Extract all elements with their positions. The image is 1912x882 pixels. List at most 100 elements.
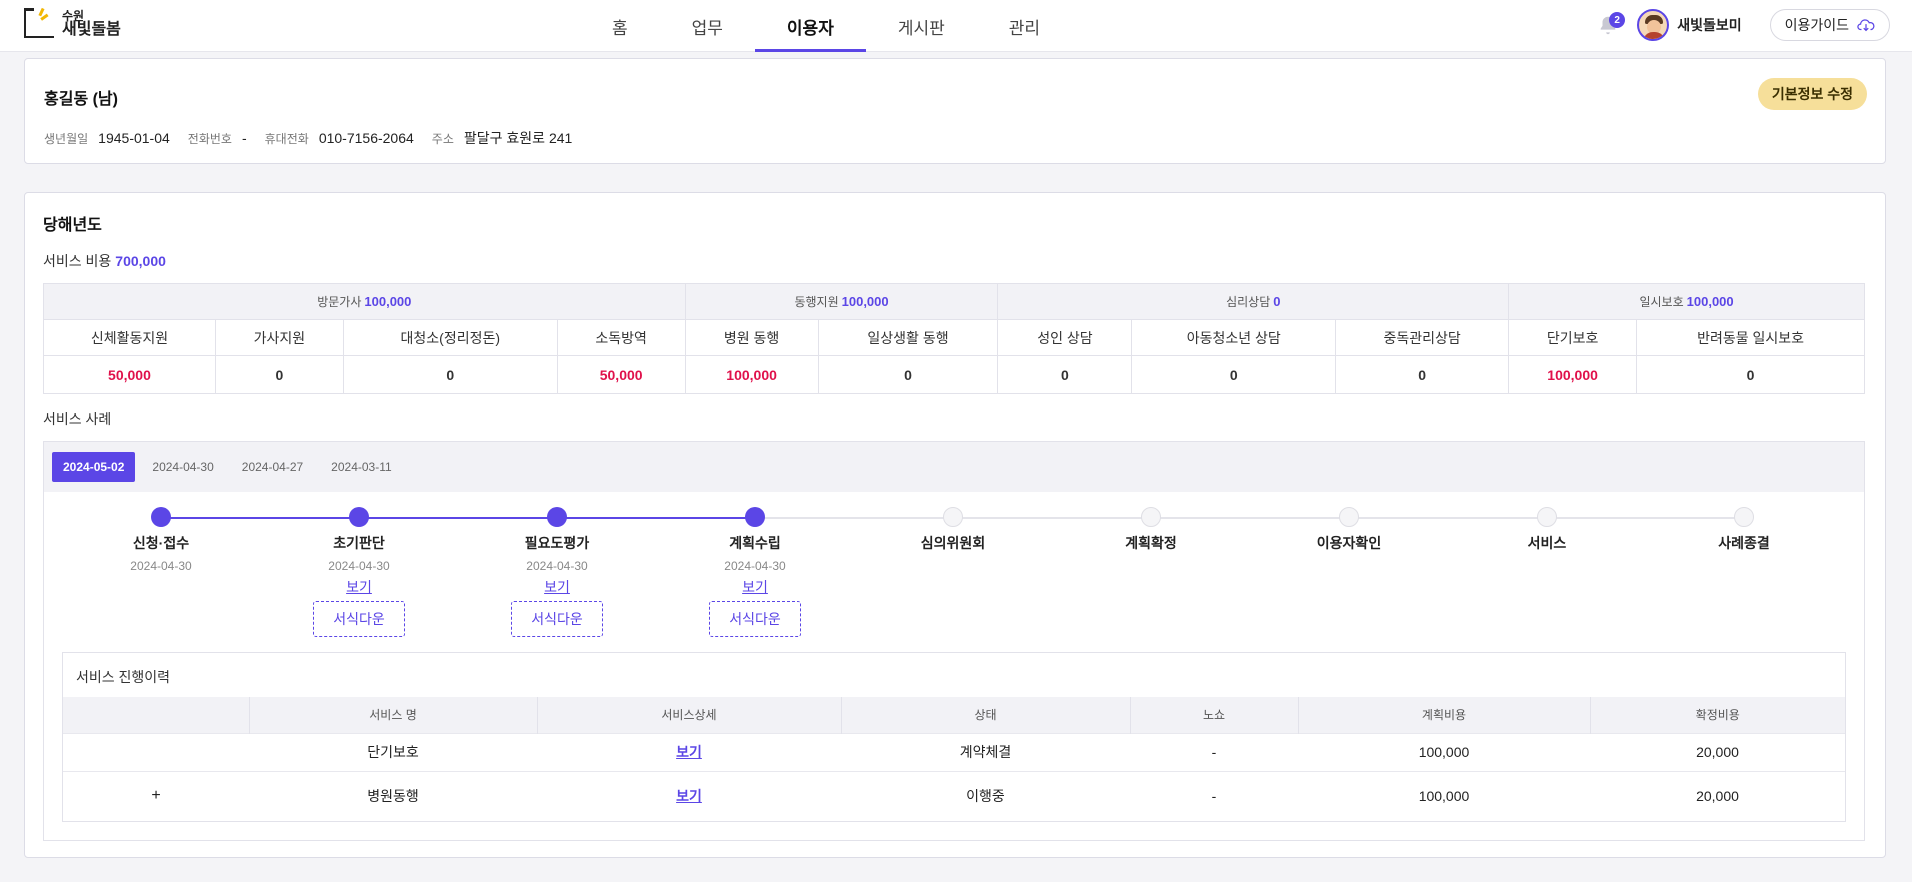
cost-value: 50,000: [556, 355, 686, 394]
guide-label: 이용가이드: [1784, 17, 1849, 33]
group-header: 심리상담 0: [997, 283, 1510, 320]
column-header: 서비스 명: [248, 697, 537, 733]
date-tab[interactable]: 2024-05-02: [52, 452, 136, 482]
group-label: 일시보호: [1639, 295, 1684, 309]
history-title: 서비스 진행이력: [76, 669, 171, 685]
process-steps: 신청·접수 2024-04-30 초기판단 2024-04-30 보기 서식다운…: [44, 502, 1864, 652]
logo-icon: [24, 7, 54, 38]
form-download-button[interactable]: 서식다운: [511, 601, 603, 637]
history-header-row: 서비스 명 서비스상세 상태 노쇼 계획비용 확정비용: [63, 697, 1845, 733]
avatar[interactable]: [1637, 9, 1670, 41]
column-header: 계획비용: [1297, 697, 1590, 733]
header-actions: 2 새빛돌보미 이용가이드: [1593, 8, 1890, 42]
sub-header: 아동청소년 상담: [1131, 319, 1337, 356]
step-label: 이용자확인: [1316, 535, 1382, 551]
plan-cost-cell: 100,000: [1298, 770, 1590, 821]
sub-header-row: 신체활동지원 가사지원 대청소(정리정돈) 소독방역 병원 동행 일상생활 동행…: [43, 319, 1865, 356]
step-label: 서비스: [1527, 535, 1567, 551]
group-header: 동행지원 100,000: [684, 283, 999, 320]
nav-home[interactable]: 홈: [580, 0, 660, 52]
service-cost: 서비스 비용 700,000: [43, 251, 166, 271]
nav-admin[interactable]: 관리: [977, 0, 1072, 52]
birth-label: 생년월일: [44, 131, 89, 146]
sub-header: 단기보호: [1508, 319, 1638, 356]
cost-value: 50,000: [43, 355, 216, 394]
view-link[interactable]: 보기: [482, 577, 632, 597]
profile-card: 홍길동 (남) 기본정보 수정 생년월일 1945-01-04 전화번호 - 휴…: [24, 58, 1886, 164]
notification-button[interactable]: 2: [1593, 10, 1626, 40]
notification-badge: 2: [1609, 12, 1626, 28]
cost-value: 0: [1636, 355, 1865, 394]
sub-header: 병원 동행: [684, 319, 819, 356]
step-service: 서비스: [1472, 507, 1622, 553]
step-dot: [943, 507, 963, 527]
sub-header: 소독방역: [556, 319, 686, 356]
logo-big-text: 새빛돌봄: [62, 21, 121, 38]
nav-board[interactable]: 게시판: [866, 0, 977, 52]
service-name: 병원동행: [249, 770, 537, 821]
main-nav: 홈 업무 이용자 게시판 관리: [580, 0, 1072, 52]
step-label: 초기판단: [333, 535, 385, 551]
group-label: 동행지원: [794, 295, 839, 309]
edit-basic-info-button[interactable]: 기본정보 수정: [1757, 78, 1867, 110]
group-label: 방문가사: [317, 295, 362, 309]
step-planning: 계획수립 2024-04-30 보기 서식다운: [680, 507, 830, 637]
detail-cell: 보기: [537, 732, 841, 771]
step-dot: [349, 507, 369, 527]
cost-value: 0: [214, 355, 344, 394]
step-committee: 심의위원회: [878, 507, 1028, 553]
step-label: 필요도평가: [524, 535, 590, 551]
table-row: + 병원동행 보기 이행중 - 100,000 20,000: [63, 770, 1845, 821]
step-label: 사례종결: [1718, 535, 1770, 551]
detail-view-link[interactable]: 보기: [676, 744, 702, 760]
column-header: 확정비용: [1589, 697, 1845, 733]
service-cost-value: 700,000: [115, 253, 166, 269]
cloud-download-icon: [1857, 19, 1875, 32]
birth-value: 1945-01-04: [98, 130, 170, 146]
step-needs-assessment: 필요도평가 2024-04-30 보기 서식다운: [482, 507, 632, 637]
step-date: 2024-04-30: [526, 559, 588, 573]
expand-plus-icon[interactable]: +: [63, 770, 249, 821]
step-label: 계획확정: [1125, 535, 1177, 551]
noshow-cell: -: [1130, 770, 1298, 821]
confirmed-cost-cell: 20,000: [1590, 770, 1845, 821]
column-header: 상태: [840, 697, 1130, 733]
cost-value: 0: [1335, 355, 1510, 394]
service-history: 서비스 진행이력 서비스 명 서비스상세 상태 노쇼 계획비용 확정비용 단기보…: [62, 652, 1846, 822]
detail-cell: 보기: [537, 770, 841, 821]
cost-values-row: 50,000 0 0 50,000 100,000 0 0 0 0 100,00…: [43, 355, 1865, 394]
address-value: 팔달구 효원로 241: [463, 130, 573, 146]
date-tab[interactable]: 2024-03-11: [320, 452, 403, 482]
sub-header: 성인 상담: [997, 319, 1133, 356]
phone-value: -: [241, 130, 247, 146]
step-date: 2024-04-30: [130, 559, 192, 573]
step-label: 심의위원회: [920, 535, 986, 551]
view-link[interactable]: 보기: [680, 577, 830, 597]
form-download-button[interactable]: 서식다운: [709, 601, 801, 637]
date-tab[interactable]: 2024-04-30: [141, 452, 224, 482]
step-case-closed: 사례종결: [1669, 507, 1819, 553]
cost-value: 100,000: [1508, 355, 1638, 394]
step-date: 2024-04-30: [328, 559, 390, 573]
view-link[interactable]: 보기: [284, 577, 434, 597]
username[interactable]: 새빛돌보미: [1677, 15, 1741, 35]
history-table: 서비스 명 서비스상세 상태 노쇼 계획비용 확정비용 단기보호 보기 계약체결…: [63, 697, 1845, 821]
sub-header: 신체활동지원: [43, 319, 216, 356]
logo[interactable]: 수원 새빛돌봄: [24, 6, 121, 40]
step-initial-judgment: 초기판단 2024-04-30 보기 서식다운: [284, 507, 434, 637]
date-tab[interactable]: 2024-04-27: [231, 452, 314, 482]
case-box: 2024-05-02 2024-04-30 2024-04-27 2024-03…: [43, 441, 1865, 841]
form-download-button[interactable]: 서식다운: [313, 601, 405, 637]
nav-users[interactable]: 이용자: [754, 0, 866, 52]
confirmed-cost-cell: 20,000: [1590, 732, 1845, 771]
top-bar: 수원 새빛돌봄 홈 업무 이용자 게시판 관리 2 새빛돌보미 이용가이드: [0, 0, 1912, 52]
nav-work[interactable]: 업무: [660, 0, 755, 52]
step-dot: [745, 507, 765, 527]
guide-button[interactable]: 이용가이드: [1769, 9, 1890, 41]
step-date: 2024-04-30: [724, 559, 786, 573]
status-cell: 이행중: [841, 770, 1130, 821]
service-name: 단기보호: [249, 732, 537, 771]
section-title: 당해년도: [43, 217, 102, 234]
mobile-value: 010-7156-2064: [318, 130, 414, 146]
detail-view-link[interactable]: 보기: [676, 788, 702, 804]
